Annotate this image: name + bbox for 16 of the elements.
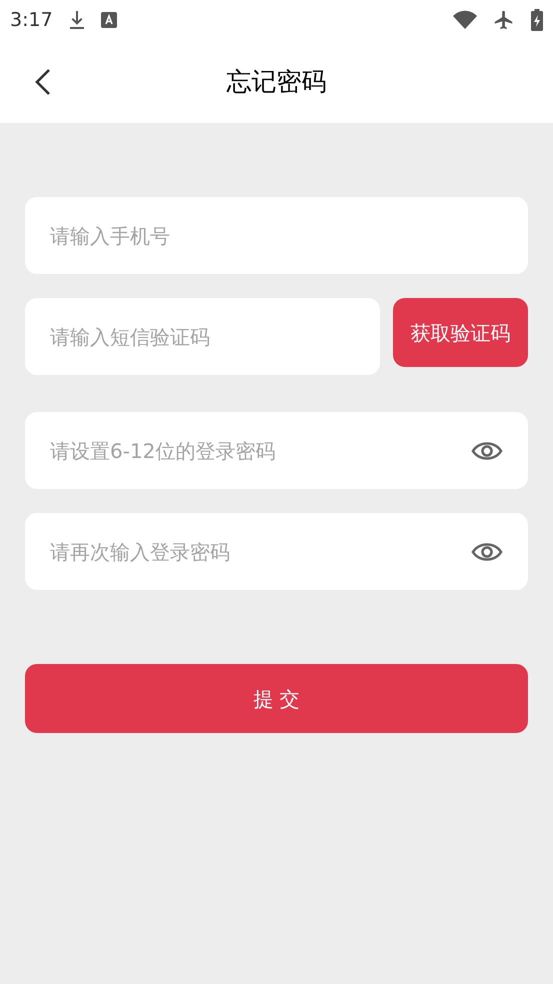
download-icon (68, 10, 85, 30)
input-field[interactable]: 请设置6-12位的登录密码 (25, 412, 528, 489)
input-field[interactable]: 请再次输入登录密码 (25, 513, 528, 590)
app-icon (100, 12, 117, 28)
battery-icon (531, 9, 543, 31)
status-time: 3:17 (10, 8, 53, 33)
back-icon[interactable] (34, 68, 52, 96)
page-title: 忘记密码 (226, 66, 326, 98)
input-field[interactable]: 请输入手机号 (25, 197, 528, 274)
get-code-button[interactable]: 获取验证码 (393, 298, 528, 367)
wifi-icon (453, 10, 477, 30)
submit-button[interactable]: 提 交 (25, 664, 528, 733)
eye-icon[interactable] (471, 440, 503, 462)
input-field[interactable]: 请输入短信验证码 (25, 298, 380, 375)
eye-icon[interactable] (471, 540, 503, 562)
airplane-icon (493, 9, 515, 31)
